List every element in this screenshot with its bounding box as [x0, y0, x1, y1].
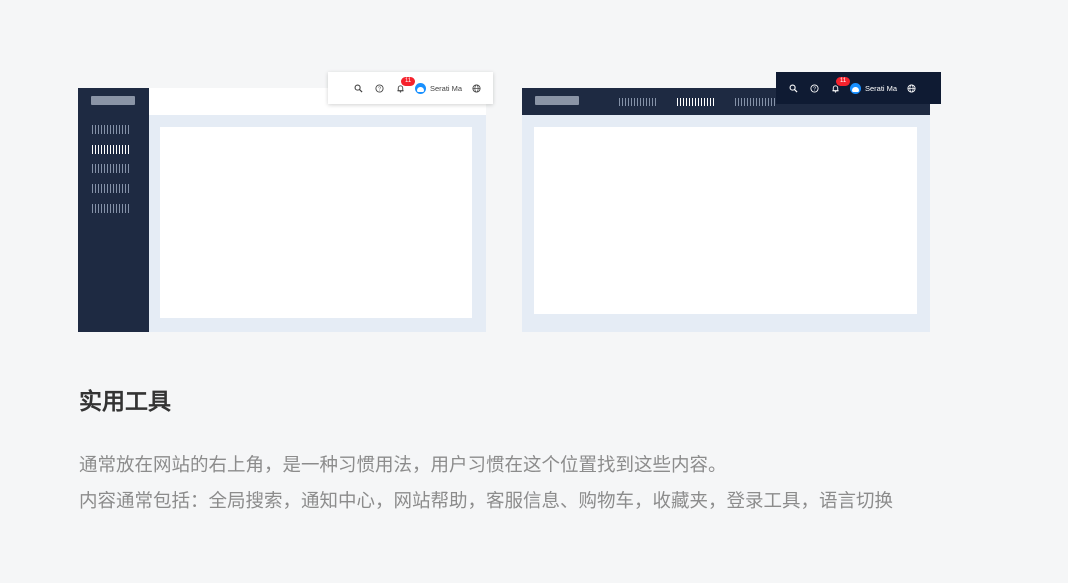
user-name: Serati Ma — [865, 83, 898, 93]
utility-toolbar: ? 11 Serati Ma — [328, 72, 493, 104]
user-menu[interactable]: Serati Ma — [846, 72, 901, 104]
bell-icon[interactable]: 11 — [390, 72, 416, 104]
sidebar-item — [92, 164, 129, 173]
notification-badge: 11 — [836, 77, 851, 86]
avatar — [850, 82, 861, 94]
sidebar — [78, 88, 149, 332]
svg-text:?: ? — [378, 86, 381, 92]
sidebar-item — [92, 184, 129, 193]
search-icon[interactable] — [348, 72, 369, 104]
notification-badge: 11 — [401, 77, 416, 86]
side-nav-layout-mockup: ? 11 Serati Ma — [78, 72, 493, 332]
question-circle-icon[interactable]: ? — [369, 72, 390, 104]
utility-toolbar: ? 11 Serati Ma — [776, 72, 941, 104]
user-name: Serati Ma — [430, 83, 463, 93]
globe-icon[interactable] — [466, 72, 487, 104]
nav-item-active — [677, 98, 716, 106]
nav-item — [619, 98, 657, 106]
section-title: 实用工具 — [79, 389, 171, 415]
sidebar-item — [92, 125, 129, 134]
content-card — [160, 127, 472, 318]
svg-text:?: ? — [813, 86, 816, 92]
avatar — [415, 82, 426, 94]
section-description-line-1: 通常放在网站的右上角，是一种习惯用法，用户习惯在这个位置找到这些内容。 — [79, 455, 727, 476]
globe-icon[interactable] — [901, 72, 922, 104]
top-nav-layout-mockup: ? 11 Serati Ma — [522, 72, 941, 332]
nav-item — [735, 98, 775, 106]
logo-placeholder — [535, 96, 579, 105]
user-menu[interactable]: Serati Ma — [411, 72, 466, 104]
search-icon[interactable] — [783, 72, 804, 104]
section-description-line-2: 内容通常包括：全局搜索，通知中心，网站帮助，客服信息、购物车，收藏夹，登录工具，… — [79, 491, 894, 512]
sidebar-item-active — [92, 145, 129, 154]
sidebar-item — [92, 204, 129, 213]
question-circle-icon[interactable]: ? — [804, 72, 825, 104]
bell-icon[interactable]: 11 — [825, 72, 851, 104]
logo-placeholder — [91, 96, 135, 105]
content-card — [534, 127, 917, 314]
